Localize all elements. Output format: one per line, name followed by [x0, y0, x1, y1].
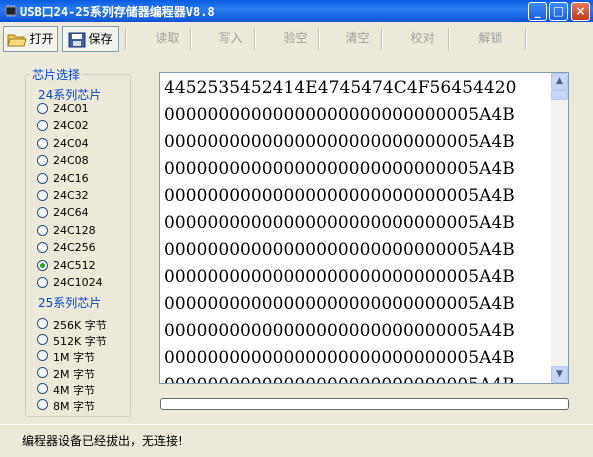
chip-24-radio-label: 24C32: [53, 189, 89, 202]
unlock-button[interactable]: 解锁: [463, 26, 518, 52]
save-label: 保存: [88, 32, 113, 46]
chip-24-radio-label: 24C04: [53, 136, 89, 150]
compare-button[interactable]: 校对: [395, 26, 450, 52]
series25-title: 25系列芯片: [38, 296, 102, 310]
radio-circle-icon: [37, 172, 48, 184]
chip-24-radio-label: 24C16: [53, 171, 89, 185]
hex-line: 00000000000000000000000000005A4B: [164, 159, 515, 179]
chip-24-radio-label: 24C1024: [53, 276, 103, 289]
hex-line: 00000000000000000000000000005A4B: [164, 348, 515, 368]
read-button[interactable]: 读取: [140, 26, 195, 52]
open-button[interactable]: 打开: [3, 26, 58, 52]
chip-24-radio-label: 24C08: [53, 154, 89, 168]
radio-circle-icon: [37, 366, 48, 378]
save-button[interactable]: 保存: [62, 26, 119, 52]
toolbar-separator: [190, 28, 192, 50]
chevron-down-icon: ▼: [556, 369, 563, 379]
radio-circle-icon: [37, 103, 48, 114]
maximize-icon: □: [552, 4, 565, 18]
toolbar: 打开 保存 读取 写入 验空 清空 校对 解锁: [0, 22, 593, 58]
radio-circle-icon: [37, 277, 48, 288]
chevron-up-icon: ▲: [556, 76, 563, 86]
radio-circle-icon: [37, 190, 48, 201]
chip-select-title: 芯片选择: [30, 66, 83, 83]
hex-line: 4452535452414E4745474C4F56454420: [164, 78, 517, 98]
chip-24-radio-label: 24C02: [53, 119, 89, 133]
radio-circle-icon: [37, 137, 48, 149]
scroll-down-button[interactable]: ▼: [551, 366, 568, 383]
title-bar: USB口24-25系列存储器编程器V8.8 _ □ ×: [0, 0, 593, 22]
hex-data-view[interactable]: 4452535452414E4745474C4F56454420 00000000…: [159, 72, 569, 384]
status-bar: 编程器设备已经拔出，无连接!: [0, 424, 593, 457]
radio-circle-icon: [37, 318, 48, 329]
progress-bar: [160, 398, 569, 410]
chip-25-radio-label: 4M 字节: [53, 383, 95, 397]
hex-line: 00000000000000000000000000005A4B: [164, 240, 515, 260]
blank-check-button[interactable]: 验空: [268, 26, 323, 52]
hex-line: 00000000000000000000000000005A4B: [164, 105, 515, 125]
chip-app-icon: [5, 5, 17, 17]
folder-open-icon: [7, 34, 28, 46]
scroll-up-button[interactable]: ▲: [551, 73, 568, 90]
chip-24-radio-label: 24C01: [53, 102, 89, 115]
hex-line: 00000000000000000000000000005A4B: [164, 132, 515, 152]
hex-line: 00000000000000000000000000005A4B: [164, 294, 515, 314]
hex-line: 00000000000000000000000000005A4B: [164, 186, 515, 206]
floppy-disk-icon: [68, 32, 86, 47]
vertical-scrollbar[interactable]: ▲ ▼: [551, 73, 568, 383]
toolbar-separator: [448, 28, 450, 50]
radio-circle-icon: [37, 224, 48, 236]
window-title: USB口24-25系列存储器编程器V8.8: [20, 5, 215, 19]
close-icon: ×: [575, 4, 586, 18]
minimize-button[interactable]: _: [528, 2, 547, 21]
hex-line: 00000000000000000000000000005A4B: [164, 267, 515, 287]
toolbar-separator: [254, 28, 256, 50]
close-button[interactable]: ×: [571, 2, 590, 21]
toolbar-separator: [525, 28, 527, 50]
chip-24-radio-label: 24C128: [53, 223, 96, 237]
radio-circle-icon: [37, 382, 48, 394]
hex-line: 00000000000000000000000000005A4B: [164, 321, 515, 341]
toolbar-separator: [381, 28, 383, 50]
maximize-button[interactable]: □: [549, 2, 568, 21]
hex-line: 00000000000000000000000000005A4B: [164, 375, 515, 383]
chip-24-radio-label: 24C64: [53, 206, 89, 220]
status-text: 编程器设备已经拔出，无连接!: [22, 434, 183, 448]
chip-24-radio-label: 24C512: [53, 258, 96, 272]
minimize-icon: _: [534, 4, 541, 18]
radio-circle-icon: [37, 259, 48, 271]
scroll-thumb[interactable]: [551, 90, 568, 100]
series24-title: 24系列芯片: [38, 88, 102, 102]
chip-25-radio-label: 1M 字节: [53, 351, 95, 365]
chip-25-radio-label: 256K 字节: [53, 319, 107, 332]
chip-24-radio-label: 24C256: [53, 241, 96, 255]
toolbar-separator: [318, 28, 320, 50]
radio-circle-icon: [37, 399, 48, 410]
erase-button[interactable]: 清空: [330, 26, 385, 52]
chip-25-radio-label: 8M 字节: [53, 400, 95, 413]
toolbar-separator: [125, 28, 127, 50]
chip-25-radio-label: 512K 字节: [53, 335, 107, 349]
open-label: 打开: [29, 32, 54, 46]
write-button[interactable]: 写入: [203, 26, 258, 52]
chip-25-radio-label: 2M 字节: [53, 367, 95, 381]
hex-line: 00000000000000000000000000005A4B: [164, 213, 515, 233]
